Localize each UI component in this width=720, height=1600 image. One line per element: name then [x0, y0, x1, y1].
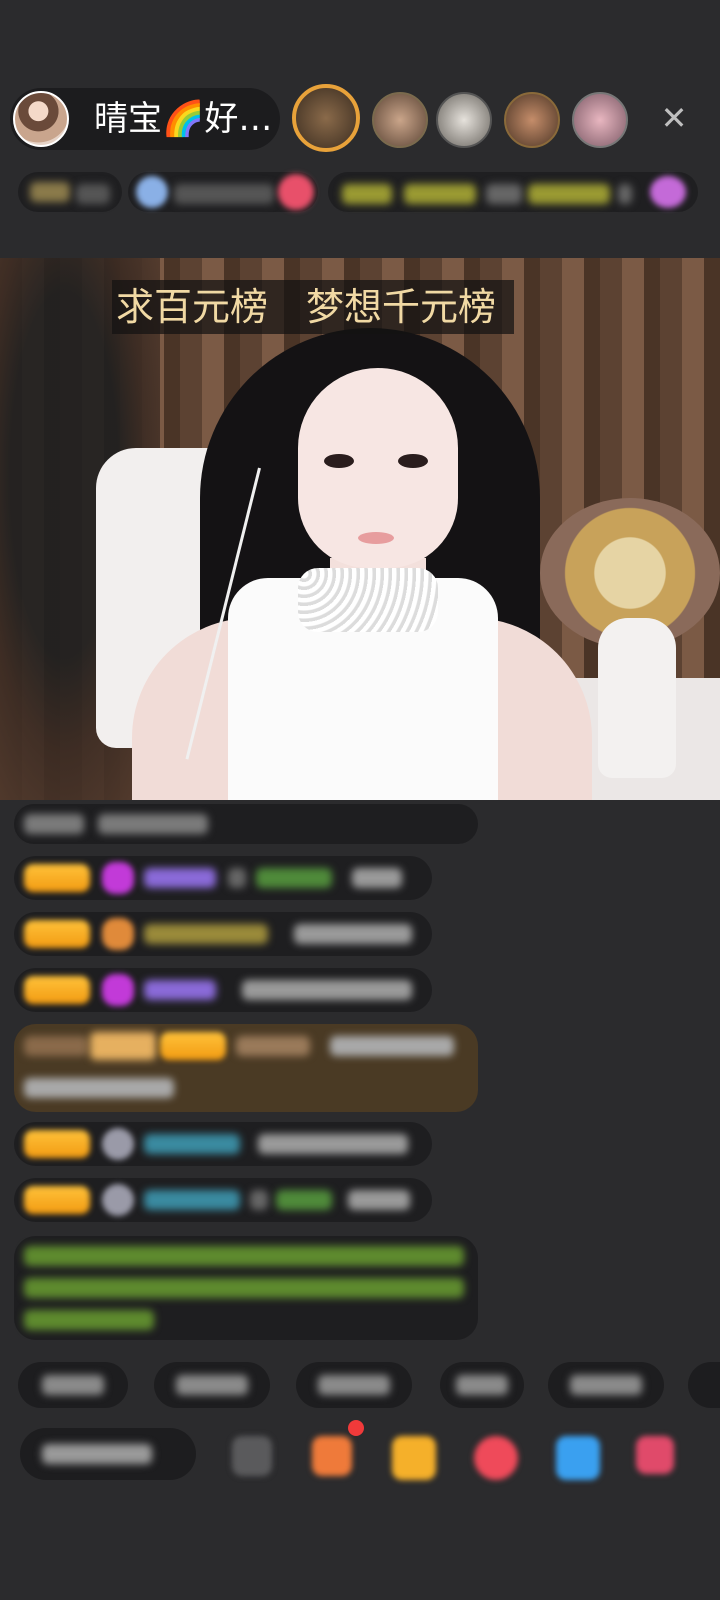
chat-message[interactable] — [14, 1178, 432, 1222]
pearl-collar — [298, 568, 438, 632]
viewer-avatar[interactable] — [572, 92, 628, 148]
badge-pill[interactable] — [18, 172, 122, 212]
host-info-pill[interactable]: 晴宝🌈好… — [10, 88, 280, 150]
level-badge — [24, 864, 90, 892]
quick-reply-chip[interactable] — [688, 1362, 720, 1408]
gem-icon — [102, 862, 134, 894]
chat-message[interactable] — [14, 1122, 432, 1166]
level-badge — [24, 920, 90, 948]
chat-message[interactable] — [14, 856, 432, 900]
level-badge — [24, 976, 90, 1004]
quick-reply-chip[interactable] — [18, 1362, 128, 1408]
chat-message[interactable] — [14, 968, 432, 1012]
grid-icon[interactable] — [636, 1436, 674, 1474]
quick-reply-chip[interactable] — [548, 1362, 664, 1408]
eye — [324, 454, 354, 468]
box-icon[interactable] — [392, 1436, 436, 1480]
system-notice — [14, 1236, 478, 1340]
top-bar: 晴宝🌈好… ✕ — [10, 84, 710, 152]
chat-message-highlighted[interactable] — [14, 1024, 478, 1112]
live-video[interactable]: 求百元榜 梦想千元榜 — [0, 258, 720, 800]
notification-dot — [348, 1420, 364, 1436]
avatar-icon — [102, 1184, 134, 1216]
host-avatar[interactable] — [13, 91, 69, 147]
gift-icon[interactable] — [312, 1436, 352, 1476]
close-icon[interactable]: ✕ — [656, 100, 692, 136]
host-name[interactable]: 晴宝🌈好… — [94, 100, 272, 138]
avatar-icon — [102, 1128, 134, 1160]
lips — [358, 532, 394, 544]
quick-reply-chip[interactable] — [154, 1362, 270, 1408]
game-icon[interactable] — [556, 1436, 600, 1480]
medal-icon — [102, 918, 134, 950]
badge-pill[interactable] — [128, 172, 318, 212]
stream-banner: 求百元榜 梦想千元榜 — [112, 280, 515, 334]
gem-icon — [102, 974, 134, 1006]
quick-reply-chip[interactable] — [440, 1362, 524, 1408]
viewer-avatar[interactable] — [436, 92, 492, 148]
level-badge — [24, 1186, 90, 1214]
emoji-icon[interactable] — [232, 1436, 272, 1476]
chat-input[interactable] — [20, 1428, 196, 1480]
heart-icon[interactable] — [474, 1436, 518, 1480]
chat-message[interactable] — [14, 804, 478, 844]
level-badge — [160, 1032, 226, 1060]
quick-reply-chip[interactable] — [296, 1362, 412, 1408]
level-badge — [24, 1130, 90, 1158]
badge-pill[interactable] — [328, 172, 698, 212]
vase — [598, 618, 676, 778]
room-badges-row — [18, 168, 708, 218]
viewer-avatar[interactable] — [372, 92, 428, 148]
eye — [398, 454, 428, 468]
chat-message[interactable] — [14, 912, 432, 956]
viewer-avatar[interactable] — [504, 92, 560, 148]
top-viewer-avatar-featured[interactable] — [292, 84, 360, 152]
